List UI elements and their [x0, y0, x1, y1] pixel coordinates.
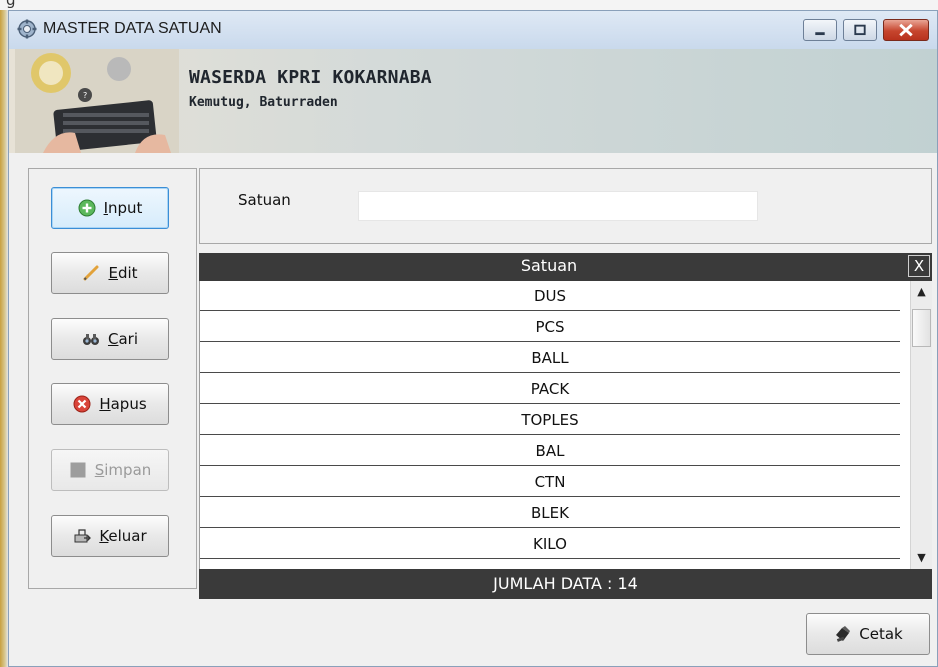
green-plus-circle-icon: [78, 199, 96, 217]
table-scrollbar[interactable]: ▲ ▼: [910, 281, 932, 569]
edit-button[interactable]: Edit: [51, 252, 169, 294]
window-title: MASTER DATA SATUAN: [43, 20, 222, 37]
exit-door-icon: [74, 529, 92, 543]
organization-name: WASERDA KPRI KOKARNABA: [189, 67, 432, 88]
data-table: DUS PCS BALL PACK TOPLES BAL CTN BLEK KI…: [199, 281, 932, 569]
form-panel: Satuan: [199, 168, 932, 244]
binoculars-icon: [82, 334, 99, 345]
close-icon: [899, 23, 913, 37]
action-button-panel: Input Edit Cari Hapus Simpan Keluar: [28, 168, 197, 589]
svg-text:?: ?: [83, 91, 87, 100]
table-row[interactable]: TOPLES: [200, 405, 900, 435]
table-row[interactable]: PACK: [200, 374, 900, 404]
red-x-circle-icon: [73, 395, 91, 413]
title-bar[interactable]: MASTER DATA SATUAN: [9, 11, 937, 49]
hapus-button[interactable]: Hapus: [51, 383, 169, 425]
minimize-icon: [815, 32, 825, 36]
input-button-label: Input: [103, 199, 143, 217]
simpan-button-label: Simpan: [94, 461, 152, 479]
table-row[interactable]: BLEK: [200, 498, 900, 528]
simpan-button[interactable]: Simpan: [51, 449, 169, 491]
cetak-button-label: Cetak: [859, 625, 903, 643]
minimize-button[interactable]: [803, 19, 837, 41]
table-header: Satuan X: [199, 253, 932, 281]
organization-location: Kemutug, Baturraden: [189, 95, 338, 110]
app-icon: [17, 19, 37, 39]
top-crop-strip: g: [0, 0, 938, 10]
table-close-icon[interactable]: X: [908, 255, 930, 277]
close-button[interactable]: [883, 19, 929, 41]
scroll-up-icon[interactable]: ▲: [911, 281, 932, 303]
keluar-button[interactable]: Keluar: [51, 515, 169, 557]
background-edge: [0, 10, 8, 667]
maximize-button[interactable]: [843, 19, 877, 41]
table-row[interactable]: DUS: [200, 281, 900, 311]
header-banner: ? WASERDA KPRI KOKARNABA Kemutug, Baturr…: [9, 49, 937, 153]
printer-icon: [836, 626, 851, 642]
header-photo: ?: [15, 49, 179, 153]
record-count: JUMLAH DATA : 14: [199, 569, 932, 599]
cari-button[interactable]: Cari: [51, 318, 169, 360]
save-square-icon: [70, 462, 86, 478]
table-row[interactable]: CTN: [200, 467, 900, 497]
table-row[interactable]: KILO: [200, 529, 900, 559]
pencil-icon: [83, 265, 99, 281]
cetak-button[interactable]: Cetak: [806, 613, 930, 655]
hapus-button-label: Hapus: [99, 395, 147, 413]
scroll-thumb[interactable]: [912, 309, 931, 347]
keluar-button-label: Keluar: [99, 527, 147, 545]
column-header-satuan[interactable]: Satuan: [199, 256, 899, 275]
maximize-icon: [854, 24, 866, 36]
satuan-label: Satuan: [238, 191, 291, 209]
input-button[interactable]: Input: [51, 187, 169, 229]
content-area: Input Edit Cari Hapus Simpan Keluar Satu…: [9, 153, 937, 666]
table-row[interactable]: BALL: [200, 343, 900, 373]
table-row[interactable]: PCS: [200, 312, 900, 342]
app-window: MASTER DATA SATUAN ? WASERDA KPRI KOKARN…: [8, 10, 938, 667]
cari-button-label: Cari: [107, 330, 138, 348]
table-row[interactable]: BAL: [200, 436, 900, 466]
scroll-down-icon[interactable]: ▼: [911, 547, 932, 569]
satuan-input[interactable]: [358, 191, 758, 221]
edit-button-label: Edit: [108, 264, 138, 282]
